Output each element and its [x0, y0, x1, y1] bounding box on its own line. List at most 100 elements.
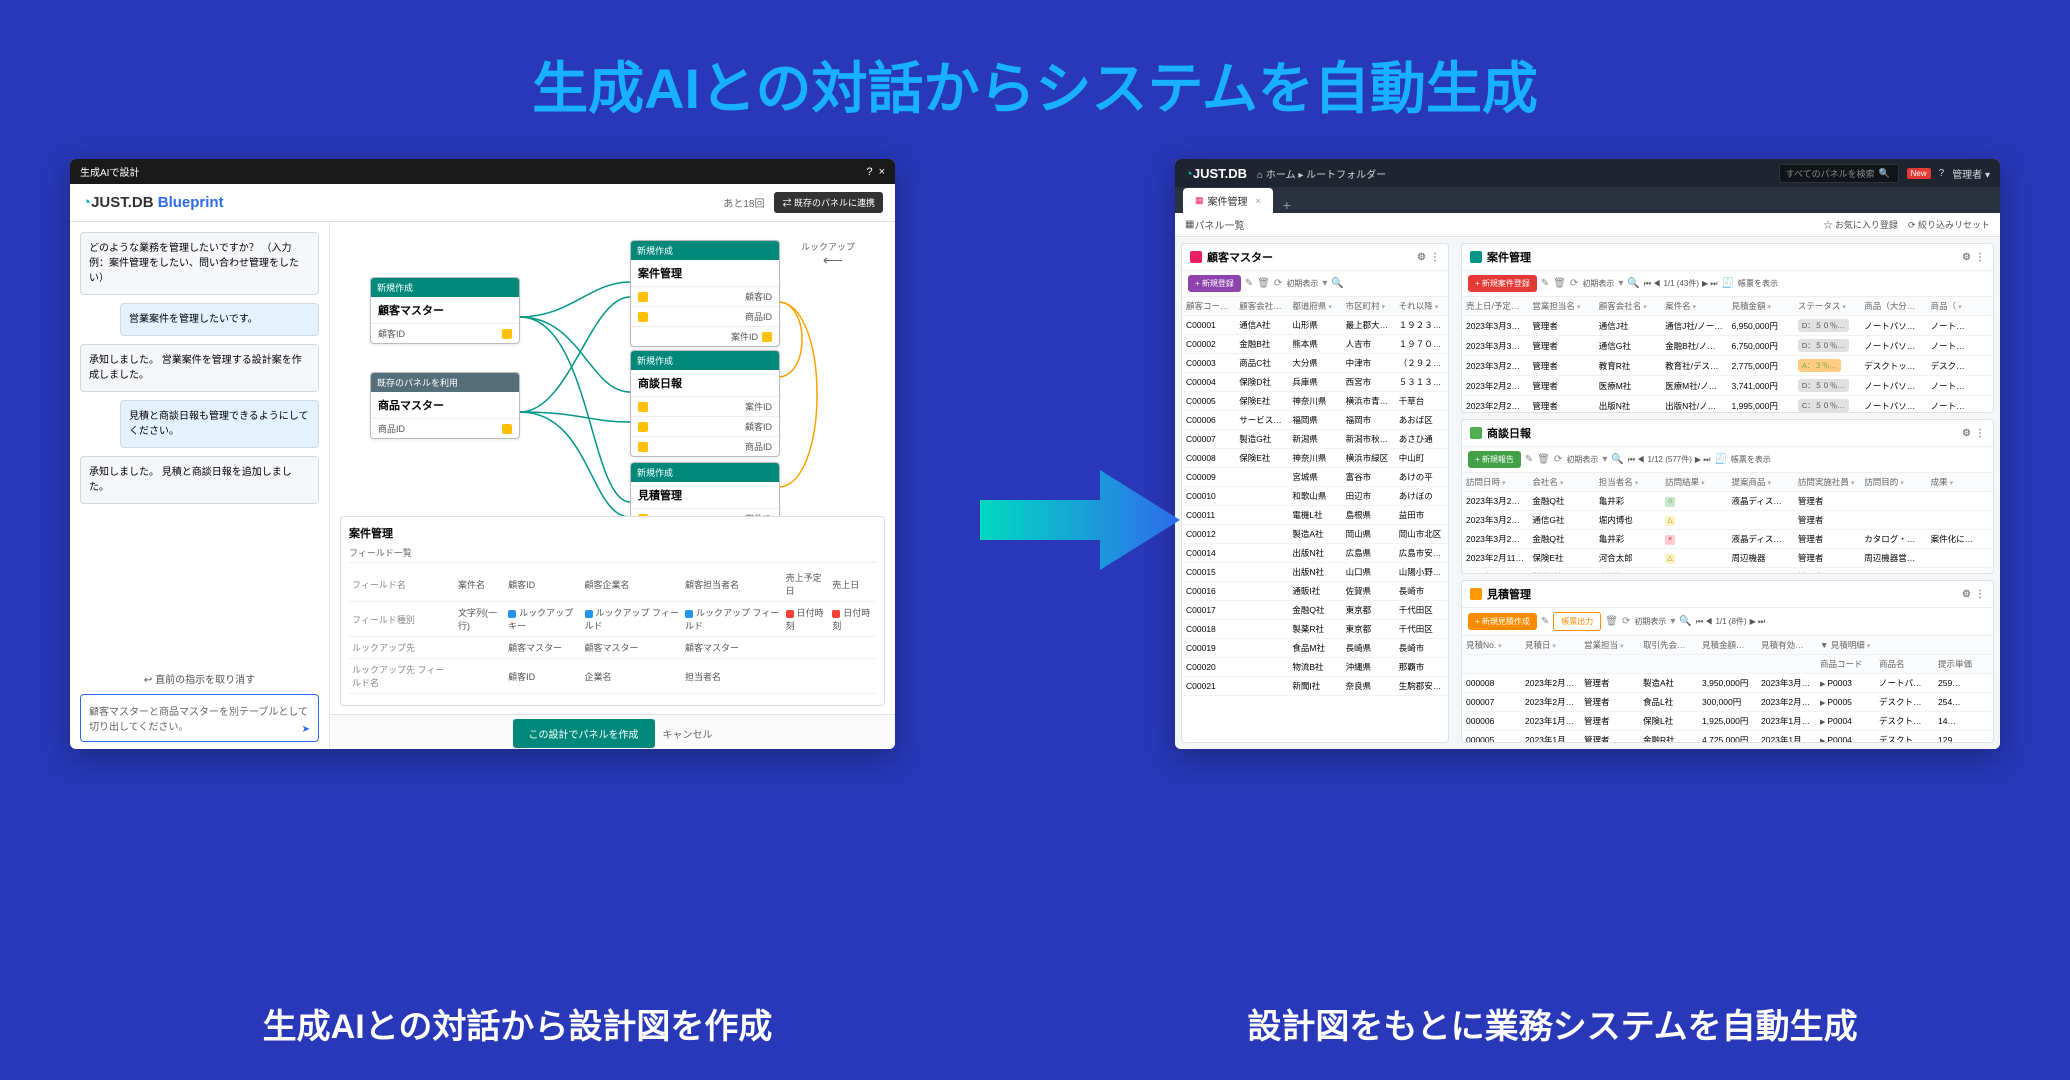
table-row[interactable]: 2023年2月11日 10:…保険E社河合太郎△周辺機器管理者周辺機器営業に関す… — [1462, 549, 1993, 568]
col-header[interactable]: 営業担当名 — [1528, 297, 1594, 316]
user-menu[interactable]: 管理者 ▾ — [1952, 166, 1990, 181]
table-row[interactable]: C00017金融Q社東京都千代田区 — [1182, 601, 1448, 620]
table-row[interactable]: 0000072023年2月1日管理者食品L社300,000円2023年2月28日… — [1462, 693, 1993, 712]
table-row[interactable]: 2023年2月27日管理者医療M社医療M社/ノートパソコンA/40台3,741,… — [1462, 376, 1993, 396]
create-panel-button[interactable]: この設計でパネルを作成 — [513, 719, 655, 748]
col-header[interactable]: 会社名 — [1528, 473, 1594, 492]
col-header[interactable]: 取引先会社名 — [1639, 636, 1698, 655]
refresh-icon[interactable]: ⟳ — [1274, 278, 1282, 289]
col-header[interactable]: 商品（大分類） — [1860, 297, 1926, 316]
col-header[interactable]: 見積有効期限 — [1757, 636, 1816, 655]
close-tab-icon[interactable]: × — [1256, 196, 1261, 206]
case-grid[interactable]: 売上日/予定日営業担当名顧客会社名案件名見積金額ステータス商品（大分類）商品（2… — [1462, 297, 1993, 412]
col-header[interactable]: 担当者名 — [1595, 473, 1661, 492]
table-row[interactable]: C00020物流B社沖縄県那覇市 — [1182, 658, 1448, 677]
col-header[interactable]: ステータス — [1794, 297, 1860, 316]
help-icon[interactable]: ? — [866, 166, 872, 178]
diagram-canvas[interactable]: ルックアップ ⟵ 新規作成 顧客マスター 顧客ID — [330, 222, 895, 749]
table-row[interactable]: C00021新聞I社奈良県生駒郡安堵町 — [1182, 677, 1448, 696]
chat-input[interactable]: 顧客マスターと商品マスターを別テーブルとして切り出してください。 — [80, 694, 319, 742]
table-row[interactable]: C00004保険D社兵庫県西宮市５３１３－３… — [1182, 373, 1448, 392]
table-row[interactable]: C00019食品M社長崎県長崎市 — [1182, 639, 1448, 658]
view-selector[interactable]: 初期表示 — [1582, 278, 1614, 289]
delete-icon[interactable]: 🗑 — [1605, 616, 1618, 627]
node-product-master[interactable]: 既存のパネルを利用 商品マスター 商品ID — [370, 372, 520, 439]
table-row[interactable]: 2023年3月21日 15:…金融Q社亀井彩×液晶ディスプレイ管理者カタログ・ダ… — [1462, 530, 1993, 549]
table-row[interactable]: C00012製造A社岡山県岡山市北区 — [1182, 525, 1448, 544]
col-header[interactable]: 訪問日時 — [1462, 473, 1528, 492]
col-header[interactable]: 訪問実施社員 — [1794, 473, 1860, 492]
col-header[interactable]: 商品コード — [1816, 655, 1875, 674]
panel-more-icon[interactable]: ⋮ — [1430, 252, 1440, 263]
new-report-button[interactable]: + 新規報告 — [1468, 451, 1521, 468]
col-header[interactable]: ▼ 見積明細 — [1816, 636, 1993, 655]
col-header[interactable]: 見積金額 — [1728, 297, 1794, 316]
table-row[interactable]: C00002金融B社熊本県人吉市１９７０．１… — [1182, 335, 1448, 354]
panel-more-icon[interactable]: ⋮ — [1975, 428, 1985, 439]
node-report[interactable]: 新規作成 商談日報 案件ID 顧客ID 商品ID — [630, 350, 780, 457]
ticket-icon[interactable]: 🧾 — [1714, 454, 1726, 465]
panel-more-icon[interactable]: ⋮ — [1975, 589, 1985, 600]
report-grid[interactable]: 訪問日時会社名担当者名訪問結果提案商品訪問実施社員訪問目的成果2023年3月24… — [1462, 473, 1993, 573]
col-header[interactable]: それ以降 — [1395, 297, 1448, 316]
reset-filter-button[interactable]: ⟳ 絞り込みリセット — [1908, 218, 1990, 231]
col-header[interactable]: 顧客会社名 — [1595, 297, 1661, 316]
delete-icon[interactable]: 🗑 — [1537, 454, 1550, 465]
col-header[interactable]: 訪問結果 — [1661, 473, 1727, 492]
table-row[interactable]: C00011電機L社島根県益田市 — [1182, 506, 1448, 525]
edit-icon[interactable]: ✎ — [1541, 616, 1549, 627]
table-row[interactable]: 0000052023年1月5日管理者金融R社4,725,000円2023年1月3… — [1462, 731, 1993, 743]
output-report-button[interactable]: 帳票出力 — [1553, 612, 1601, 631]
ticket-icon[interactable]: 🧾 — [1722, 278, 1734, 289]
col-header[interactable]: 都道府県 — [1288, 297, 1341, 316]
view-selector[interactable]: 初期表示 — [1566, 454, 1598, 465]
help-icon[interactable]: ? — [1939, 168, 1945, 179]
delete-icon[interactable]: 🗑 — [1257, 278, 1270, 289]
table-row[interactable]: 2023年3月24日 14:…金融Q社亀井彩○液晶ディスプレイ管理者 — [1462, 492, 1993, 511]
table-row[interactable]: C00015出版N社山口県山陽小野田市 — [1182, 563, 1448, 582]
edit-icon[interactable]: ✎ — [1541, 278, 1549, 289]
col-header[interactable]: 商品名 — [1875, 655, 1934, 674]
panel-menu-icon[interactable]: ⚙ — [1962, 589, 1971, 600]
table-row[interactable]: C00003商品C社大分県中津市（２９２５－７） — [1182, 354, 1448, 373]
table-row[interactable]: 0000062023年1月10日管理者保険L社1,925,000円2023年1月… — [1462, 712, 1993, 731]
col-header[interactable]: 見積No. — [1462, 636, 1521, 655]
table-row[interactable]: C00001通信A社山形県最上郡大蔵村１９２３－５６ — [1182, 316, 1448, 335]
table-row[interactable]: C00018製薬R社東京都千代田区 — [1182, 620, 1448, 639]
search-icon[interactable]: 🔍 — [1679, 616, 1691, 627]
refresh-icon[interactable]: ⟳ — [1554, 454, 1562, 465]
add-tab-button[interactable]: + — [1275, 197, 1299, 213]
panel-menu-icon[interactable]: ⚙ — [1417, 252, 1426, 263]
edit-icon[interactable]: ✎ — [1525, 454, 1533, 465]
pager[interactable]: ⏮ ◀ 1/1 (43件) ▶ ⏭ — [1644, 278, 1718, 289]
pager[interactable]: ⏮ ◀ 1/1 (8件) ▶ ⏭ — [1696, 616, 1765, 627]
table-row[interactable]: 2023年3月24日管理者教育R社教育社/デスクトップB/50社2,775,00… — [1462, 356, 1993, 376]
col-header[interactable]: 市区町村 — [1342, 297, 1395, 316]
table-row[interactable]: C00014出版N社広島県広島市安佐北区 — [1182, 544, 1448, 563]
table-row[interactable]: C00010和歌山県田辺市あけぼの — [1182, 487, 1448, 506]
col-header[interactable]: 見積日 — [1521, 636, 1580, 655]
customer-grid[interactable]: 顧客コー…顧客会社名都道府県市区町村それ以降C00001通信A社山形県最上郡大蔵… — [1182, 297, 1448, 696]
col-header[interactable]: 訪問目的 — [1860, 473, 1926, 492]
pager[interactable]: ⏮ ◀ 1/12 (577件) ▶ ⏭ — [1628, 454, 1711, 465]
view-selector[interactable]: 初期表示 — [1286, 278, 1318, 289]
refresh-icon[interactable]: ⟳ — [1570, 278, 1578, 289]
undo-button[interactable]: 直前の指示を取り消す — [80, 671, 319, 686]
table-row[interactable]: C00009宮城県富谷市あけの平 — [1182, 468, 1448, 487]
delete-icon[interactable]: 🗑 — [1553, 278, 1566, 289]
breadcrumb[interactable]: ホーム ▸ ルートフォルダー — [1257, 166, 1386, 181]
col-header[interactable]: 見積金額合計 — [1698, 636, 1757, 655]
table-row[interactable]: 2023年3月30日管理者通信J社通信J社/ノートパソコンC/25台6,950,… — [1462, 316, 1993, 336]
panel-menu-icon[interactable]: ⚙ — [1962, 428, 1971, 439]
quote-grid[interactable]: 見積No.見積日営業担当取引先会社名見積金額合計見積有効期限▼ 見積明細商品コー… — [1462, 636, 1993, 742]
table-row[interactable]: 2023年2月9日 15時製造J社高橋舞子○ノートパソコン管理者ノートパソコン業… — [1462, 568, 1993, 574]
col-header[interactable]: 商品（ — [1927, 297, 1993, 316]
col-header[interactable]: 顧客会社名 — [1235, 297, 1288, 316]
view-selector[interactable]: 初期表示 — [1634, 616, 1666, 627]
cancel-button[interactable]: キャンセル — [663, 726, 713, 741]
refresh-icon[interactable]: ⟳ — [1622, 616, 1630, 627]
col-header[interactable]: 売上日/予定日 — [1462, 297, 1528, 316]
col-header[interactable]: 提示単価 — [1934, 655, 1993, 674]
report-button[interactable]: 帳票を表示 — [1731, 454, 1771, 465]
search-icon[interactable]: 🔍 — [1611, 454, 1623, 465]
